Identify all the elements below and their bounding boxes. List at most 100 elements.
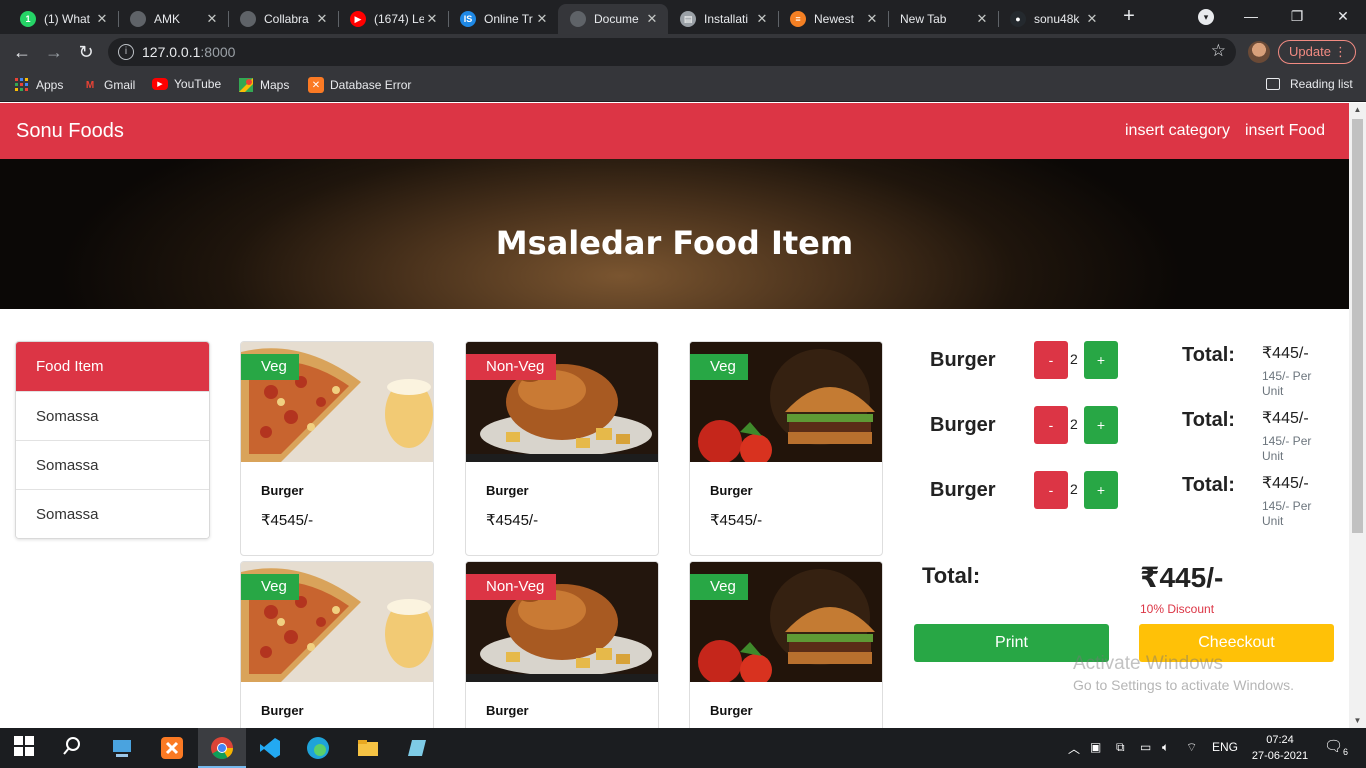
row-total-value: ₹445/- [1262, 345, 1309, 362]
update-button[interactable]: Update ⋮ [1278, 40, 1356, 64]
tray-device-icon[interactable]: ⧉ [1116, 740, 1125, 755]
reload-icon[interactable]: ↻ [74, 40, 98, 64]
bookmark-gmail[interactable]: M Gmail [82, 77, 136, 93]
bookmark-database-error[interactable]: ✕ Database Error [308, 77, 411, 93]
profile-avatar[interactable] [1248, 41, 1270, 63]
vscode-icon[interactable] [258, 736, 282, 760]
increase-qty-button[interactable]: + [1084, 341, 1118, 379]
food-name: Burger [261, 483, 304, 498]
bookmark-star-icon[interactable]: ☆ [1211, 41, 1226, 61]
this-pc-icon[interactable] [110, 736, 134, 760]
bookmark-maps[interactable]: Maps [238, 77, 289, 93]
tray-chevron-icon[interactable]: ︿ [1068, 740, 1080, 757]
bookmark-apps[interactable]: Apps [14, 77, 63, 93]
tab-favicon-icon [130, 11, 146, 27]
category-item-active[interactable]: Food Item [16, 342, 209, 391]
bookmark-youtube[interactable]: ▶ YouTube [152, 77, 221, 91]
grand-total-label: Total: [922, 563, 981, 588]
search-icon[interactable] [62, 736, 86, 760]
cart-item-name: Burger [930, 414, 996, 436]
increase-qty-button[interactable]: + [1084, 406, 1118, 444]
notes-app-icon[interactable] [404, 736, 428, 760]
edge-icon[interactable] [306, 736, 330, 760]
reading-list-button[interactable]: Reading list [1266, 77, 1353, 91]
unit-price: 145/- Per Unit [1262, 369, 1312, 398]
food-card[interactable]: Veg Burger ₹4545/- [689, 341, 883, 556]
scrollbar-thumb[interactable] [1352, 119, 1363, 533]
category-item[interactable]: Somassa [16, 440, 209, 489]
browser-tab[interactable]: ▤ Installati ✕ [668, 4, 778, 34]
decrease-qty-button[interactable]: - [1034, 341, 1068, 379]
tab-close-icon[interactable]: ✕ [974, 11, 990, 27]
notifications-icon[interactable]: 🗨︎6 [1324, 737, 1348, 757]
browser-tab[interactable]: ≡ Newest ✕ [778, 4, 888, 34]
new-tab-button[interactable]: + [1118, 5, 1140, 27]
tab-close-icon[interactable]: ✕ [864, 11, 880, 27]
tab-close-icon[interactable]: ✕ [94, 11, 110, 27]
tab-close-icon[interactable]: ✕ [204, 11, 220, 27]
tab-title: (1674) Le [374, 12, 424, 26]
site-brand[interactable]: Sonu Foods [16, 120, 124, 143]
browser-tab[interactable]: IS Online Tr ✕ [448, 4, 558, 34]
language-indicator[interactable]: ENG [1212, 740, 1238, 754]
clock-time: 07:24 [1266, 734, 1294, 746]
food-card[interactable]: Non-Veg Burger [465, 561, 659, 728]
tab-close-icon[interactable]: ✕ [644, 11, 660, 27]
food-name: Burger [486, 703, 529, 718]
non-veg-badge: Non-Veg [466, 354, 557, 380]
nav-insert-food[interactable]: insert Food [1245, 122, 1325, 140]
scroll-up-icon[interactable]: ▲ [1349, 103, 1366, 117]
row-total-value: ₹445/- [1262, 410, 1309, 427]
nav-insert-category[interactable]: insert category [1125, 122, 1230, 140]
category-item[interactable]: Somassa [16, 489, 209, 538]
tab-close-icon[interactable]: ✕ [314, 11, 330, 27]
food-card[interactable]: Veg Burger [689, 561, 883, 728]
food-card[interactable]: Non-Veg Burger ₹4545/- [465, 341, 659, 556]
battery-icon[interactable]: ▭ [1140, 740, 1151, 754]
network-icon[interactable]: ⌔ [1186, 740, 1197, 755]
browser-tab[interactable]: 1 (1) What ✕ [8, 4, 118, 34]
restore-button[interactable]: ❐ [1274, 4, 1320, 28]
youtube-icon: ▶ [152, 78, 168, 90]
increase-qty-button[interactable]: + [1084, 471, 1118, 509]
close-window-button[interactable]: ✕ [1320, 4, 1366, 28]
tab-title: (1) What [44, 12, 91, 26]
food-card[interactable]: Veg Burger [240, 561, 434, 728]
browser-tab[interactable]: Collabra ✕ [228, 4, 338, 34]
category-item[interactable]: Somassa [16, 391, 209, 440]
tab-close-icon[interactable]: ✕ [424, 11, 440, 27]
page-scrollbar[interactable]: ▲ ▼ [1349, 103, 1366, 728]
system-clock[interactable]: 07:24 27-06-2021 [1249, 732, 1311, 764]
tab-title: Online Tr [484, 12, 533, 26]
decrease-qty-button[interactable]: - [1034, 471, 1068, 509]
browser-tab[interactable]: Docume ✕ [558, 4, 668, 34]
browser-tab[interactable]: AMK ✕ [118, 4, 228, 34]
back-arrow-icon[interactable]: ← [10, 40, 34, 64]
browser-tab[interactable]: ▶ (1674) Le ✕ [338, 4, 448, 34]
tab-close-icon[interactable]: ✕ [534, 11, 550, 27]
xampp-icon[interactable] [160, 736, 184, 760]
windows-start-icon[interactable] [14, 736, 38, 760]
tab-close-icon[interactable]: ✕ [1084, 11, 1100, 27]
site-info-icon[interactable]: i [118, 44, 134, 60]
food-name: Burger [261, 703, 304, 718]
file-explorer-icon[interactable] [356, 736, 380, 760]
browser-tab[interactable]: ● sonu48k ✕ [998, 4, 1108, 34]
volume-icon[interactable]: 🔈︎ [1162, 740, 1169, 755]
decrease-qty-button[interactable]: - [1034, 406, 1068, 444]
tab-search-icon[interactable]: ▾ [1198, 9, 1214, 25]
address-bar[interactable]: i 127.0.0.1:8000 ☆ [108, 38, 1236, 66]
minimize-button[interactable]: — [1228, 4, 1274, 28]
browser-tab[interactable]: New Tab ✕ [888, 4, 998, 34]
chrome-taskbar-button[interactable] [198, 728, 246, 768]
address-url[interactable]: 127.0.0.1:8000 [142, 44, 235, 60]
food-card[interactable]: Veg Burger ₹4545/- [240, 341, 434, 556]
scroll-down-icon[interactable]: ▼ [1349, 714, 1366, 728]
cart-qty: 2 [1070, 351, 1078, 367]
apps-grid-icon [14, 77, 30, 93]
tray-app-icon[interactable]: ▣ [1090, 740, 1101, 754]
forward-arrow-icon[interactable]: → [42, 40, 66, 64]
tab-close-icon[interactable]: ✕ [754, 11, 770, 27]
site-navbar: Sonu Foods insert category insert Food [0, 103, 1349, 159]
tab-title: Docume [594, 12, 639, 26]
